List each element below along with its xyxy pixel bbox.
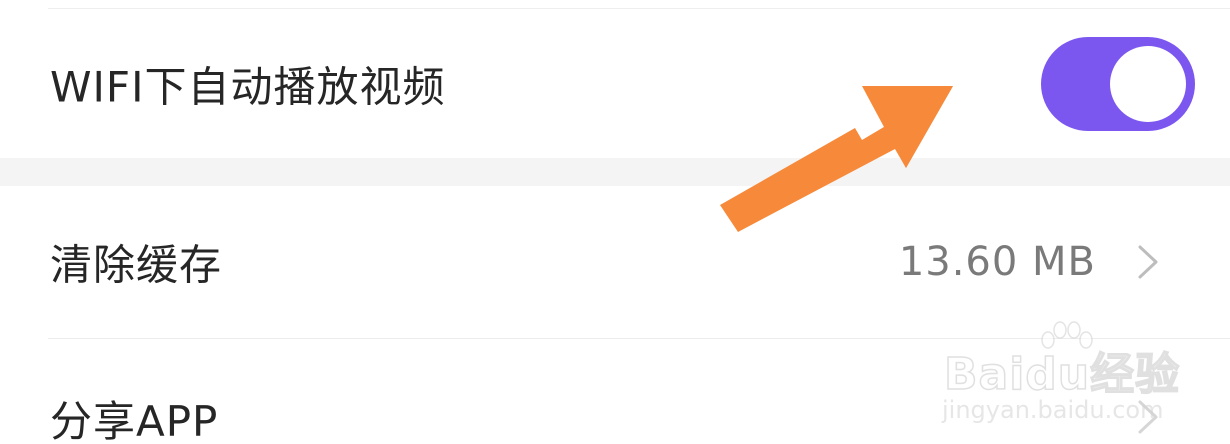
autoplay-toggle[interactable] bbox=[1041, 37, 1195, 131]
clear-cache-row[interactable]: 清除缓存 13.60 MB bbox=[0, 186, 1230, 338]
settings-screen: WIFI下自动播放视频 清除缓存 13.60 MB 分享APP Baidu经验 … bbox=[0, 0, 1230, 444]
watermark-brand: Baidu经验 bbox=[943, 348, 1181, 401]
baidu-jingyan-watermark: Baidu经验 jingyan.baidu.com bbox=[940, 318, 1180, 428]
watermark-url: jingyan.baidu.com bbox=[942, 396, 1164, 424]
share-app-label: 分享APP bbox=[50, 397, 219, 444]
cache-size-value: 13.60 MB bbox=[898, 239, 1096, 285]
chevron-right-icon bbox=[1138, 245, 1158, 279]
top-divider bbox=[48, 8, 1230, 9]
toggle-knob bbox=[1110, 46, 1186, 122]
autoplay-video-label: WIFI下自动播放视频 bbox=[50, 62, 446, 112]
autoplay-video-row[interactable]: WIFI下自动播放视频 bbox=[0, 10, 1230, 158]
clear-cache-label: 清除缓存 bbox=[50, 240, 223, 290]
section-gap bbox=[0, 158, 1230, 186]
